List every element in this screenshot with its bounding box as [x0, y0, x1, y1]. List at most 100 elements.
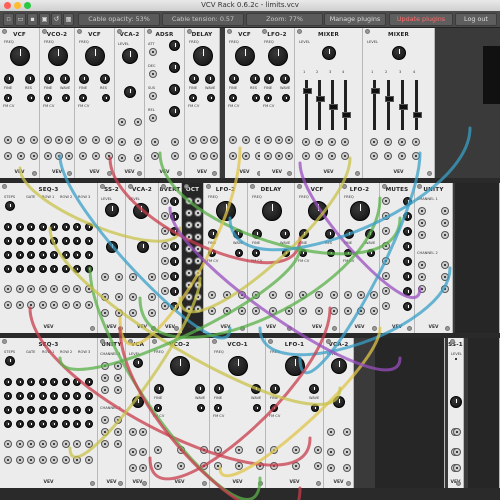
knob[interactable] [4, 406, 12, 414]
jack[interactable] [441, 273, 449, 281]
jack[interactable] [101, 309, 109, 317]
knob[interactable] [84, 392, 93, 400]
knob[interactable] [100, 74, 110, 84]
knob[interactable] [216, 201, 236, 221]
manage-plugins-button[interactable]: Manage plugins [324, 13, 386, 26]
jack[interactable] [185, 257, 193, 265]
knob[interactable] [132, 396, 144, 408]
jack[interactable] [185, 305, 193, 313]
jack[interactable] [235, 462, 243, 470]
jack[interactable] [189, 152, 197, 160]
knob[interactable] [403, 287, 412, 296]
jack[interactable] [15, 301, 24, 309]
jack[interactable] [398, 138, 406, 146]
cable-opacity-slider[interactable]: Cable opacity: 53% [78, 13, 160, 26]
knob[interactable] [25, 74, 35, 84]
jack[interactable] [50, 456, 58, 464]
zoom-slider[interactable]: Zoom: 77% [246, 13, 323, 26]
knob[interactable] [282, 249, 290, 257]
jack[interactable] [139, 448, 147, 456]
jack[interactable] [270, 462, 278, 470]
jack[interactable] [114, 428, 122, 436]
jack[interactable] [330, 307, 338, 315]
jack[interactable] [398, 152, 406, 160]
jack[interactable] [50, 440, 58, 448]
jack[interactable] [194, 305, 202, 313]
knob[interactable] [299, 229, 309, 239]
knob[interactable] [133, 203, 149, 219]
knob[interactable] [15, 378, 24, 386]
jack[interactable] [208, 307, 216, 315]
jack[interactable] [256, 446, 264, 454]
knob[interactable] [84, 265, 93, 273]
knob[interactable] [403, 257, 412, 266]
jack[interactable] [441, 219, 449, 227]
jack[interactable] [101, 428, 109, 436]
knob[interactable] [15, 265, 24, 273]
jack[interactable] [30, 152, 38, 160]
jack[interactable] [302, 152, 310, 160]
knob[interactable] [4, 74, 14, 84]
channel-fader[interactable] [302, 88, 312, 94]
knob[interactable] [170, 197, 179, 206]
knob[interactable] [392, 46, 406, 60]
open-patch-icon[interactable]: ▭ [15, 13, 26, 26]
knob[interactable] [122, 48, 138, 64]
knob[interactable] [280, 229, 290, 239]
knob[interactable] [307, 201, 328, 221]
jack[interactable] [92, 152, 100, 160]
knob[interactable] [73, 420, 81, 428]
jack[interactable] [15, 440, 24, 448]
jack[interactable] [453, 448, 461, 456]
jack[interactable] [149, 70, 157, 78]
jack[interactable] [194, 245, 202, 253]
knob[interactable] [62, 94, 70, 102]
jack[interactable] [154, 462, 162, 470]
jack[interactable] [134, 118, 142, 126]
jack[interactable] [54, 152, 63, 160]
jack[interactable] [453, 428, 461, 436]
knob[interactable] [50, 237, 58, 245]
knob[interactable] [38, 251, 47, 259]
jack[interactable] [382, 302, 390, 310]
jack[interactable] [328, 138, 336, 146]
knob[interactable] [5, 356, 15, 366]
jack[interactable] [382, 197, 390, 205]
knob[interactable] [169, 106, 180, 117]
jack[interactable] [327, 428, 335, 436]
jack[interactable] [200, 446, 208, 454]
jack[interactable] [105, 152, 113, 160]
knob[interactable] [322, 46, 336, 60]
jack[interactable] [302, 138, 310, 146]
jack[interactable] [185, 233, 193, 241]
knob[interactable] [27, 392, 35, 400]
knob[interactable] [252, 229, 262, 239]
jack[interactable] [118, 118, 126, 126]
jack[interactable] [114, 374, 122, 382]
jack[interactable] [418, 207, 426, 215]
channel-fader[interactable] [328, 104, 338, 110]
save-as-icon[interactable]: ▣ [39, 13, 50, 26]
jack[interactable] [4, 456, 12, 464]
knob[interactable] [403, 227, 412, 236]
jack[interactable] [270, 446, 278, 454]
jack[interactable] [223, 307, 231, 315]
jack[interactable] [161, 227, 169, 235]
knob[interactable] [27, 94, 35, 102]
revert-icon[interactable]: ↺ [51, 13, 62, 26]
knob[interactable] [15, 406, 24, 414]
knob[interactable] [327, 249, 335, 257]
knob[interactable] [170, 302, 179, 311]
jack[interactable] [84, 456, 93, 464]
knob[interactable] [73, 265, 81, 273]
jack[interactable] [101, 416, 109, 424]
jack[interactable] [268, 291, 277, 299]
knob[interactable] [38, 265, 47, 273]
jack[interactable] [73, 440, 81, 448]
knob[interactable] [195, 384, 205, 394]
jack[interactable] [194, 209, 202, 217]
power-meter-icon[interactable]: ▦ [63, 13, 74, 26]
jack[interactable] [4, 136, 12, 144]
jack[interactable] [115, 293, 123, 301]
knob[interactable] [189, 74, 199, 84]
